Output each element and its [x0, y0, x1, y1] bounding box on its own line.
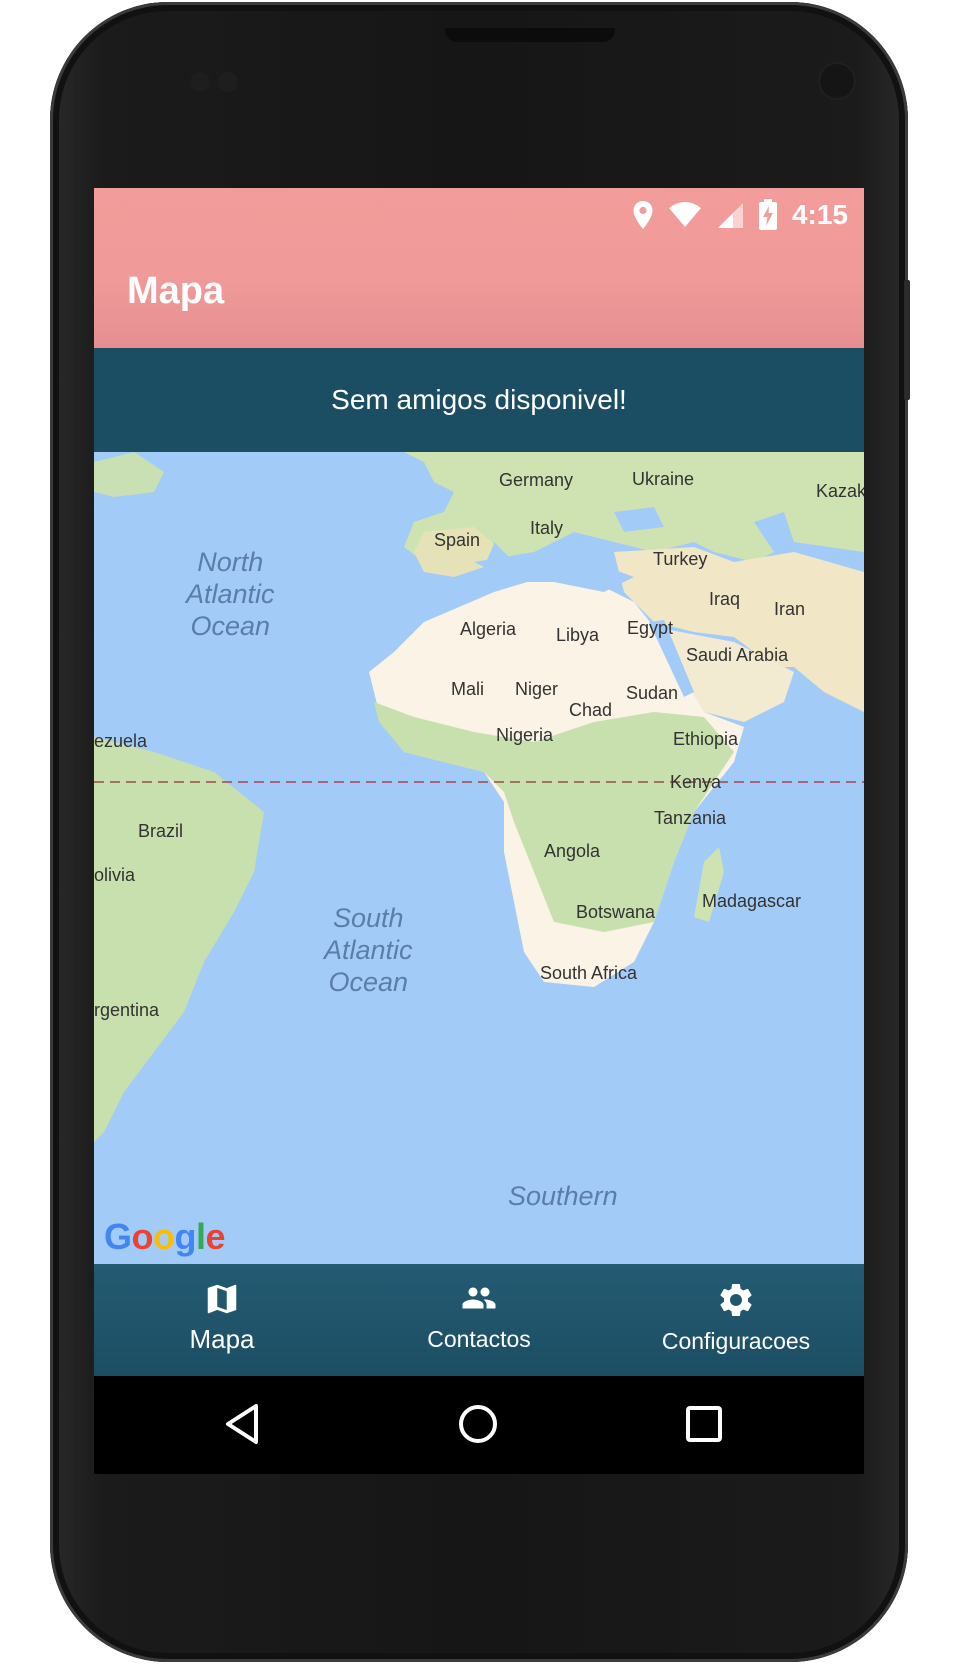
- label-nigeria: Nigeria: [496, 725, 554, 745]
- label-chad: Chad: [569, 700, 613, 720]
- map-icon: [207, 1284, 237, 1314]
- bottom-navigation: Mapa Contactos Configuracoes: [94, 1264, 864, 1376]
- label-germany: Germany: [499, 470, 574, 490]
- label-ukraine: Ukraine: [632, 469, 695, 489]
- label-argentina: rgentina: [94, 1000, 160, 1020]
- nav-label-configuracoes: Configuracoes: [661, 1328, 811, 1354]
- label-ethiopia: Ethiopia: [673, 729, 739, 749]
- wifi-icon: [668, 202, 701, 227]
- banner-text: Sem amigos disponivel!: [331, 384, 627, 415]
- front-camera: [820, 64, 854, 98]
- label-turkey: Turkey: [653, 549, 708, 569]
- back-icon[interactable]: [222, 1402, 264, 1446]
- power-button: [904, 280, 910, 400]
- label-sudan: Sudan: [626, 683, 679, 703]
- label-iran: Iran: [774, 599, 806, 619]
- label-algeria: Algeria: [460, 619, 517, 639]
- no-friends-banner: Sem amigos disponivel!: [94, 348, 864, 452]
- screen: 4:15 Mapa Sem amigos disponivel! North A…: [94, 188, 864, 1474]
- label-tanzania: Tanzania: [654, 808, 727, 828]
- page-title: Mapa: [127, 270, 225, 312]
- app-bar: 4:15 Mapa: [94, 188, 864, 348]
- label-mali: Mali: [451, 679, 485, 699]
- earpiece: [445, 28, 615, 42]
- label-bolivia: olivia: [94, 865, 136, 885]
- nav-item-mapa[interactable]: Mapa: [94, 1264, 350, 1376]
- nav-label-contactos: Contactos: [427, 1326, 531, 1352]
- nav-item-contactos[interactable]: Contactos: [351, 1264, 607, 1376]
- light-sensor: [218, 72, 238, 92]
- google-logo: Google: [104, 1216, 226, 1257]
- status-time: 4:15: [791, 199, 848, 230]
- label-southern-ocean: Southern: [508, 1181, 618, 1211]
- nav-item-configuracoes[interactable]: Configuracoes: [608, 1264, 864, 1376]
- battery-charging-icon: [758, 199, 777, 230]
- signal-icon: [717, 203, 743, 228]
- recents-icon[interactable]: [684, 1404, 724, 1444]
- label-brazil: Brazil: [138, 821, 184, 841]
- label-botswana: Botswana: [576, 902, 656, 922]
- home-icon[interactable]: [456, 1402, 500, 1446]
- status-bar: 4:15: [632, 198, 848, 232]
- system-navigation-bar: [94, 1376, 864, 1474]
- label-madagascar: Madagascar: [702, 891, 802, 911]
- label-north-atlantic: North Atlantic Ocean: [186, 547, 275, 641]
- label-egypt: Egypt: [627, 618, 674, 638]
- label-south-atlantic: South Atlantic Ocean: [324, 903, 413, 997]
- label-venezuela: ezuela: [94, 731, 148, 751]
- label-angola: Angola: [544, 841, 601, 861]
- map-view[interactable]: North Atlantic Ocean South Atlantic Ocea…: [94, 452, 864, 1264]
- proximity-sensor: [190, 72, 210, 92]
- label-libya: Libya: [556, 625, 600, 645]
- people-icon: [462, 1287, 496, 1309]
- label-kazak: Kazak: [816, 481, 864, 501]
- label-iraq: Iraq: [709, 589, 741, 609]
- label-south-africa: South Africa: [540, 963, 638, 983]
- label-saudi-arabia: Saudi Arabia: [686, 645, 789, 665]
- label-kenya: Kenya: [670, 772, 722, 792]
- nav-label-mapa: Mapa: [189, 1324, 255, 1354]
- gear-icon: [720, 1284, 752, 1316]
- label-spain: Spain: [434, 530, 481, 550]
- location-icon: [633, 201, 653, 229]
- label-niger: Niger: [515, 679, 559, 699]
- label-italy: Italy: [530, 518, 564, 538]
